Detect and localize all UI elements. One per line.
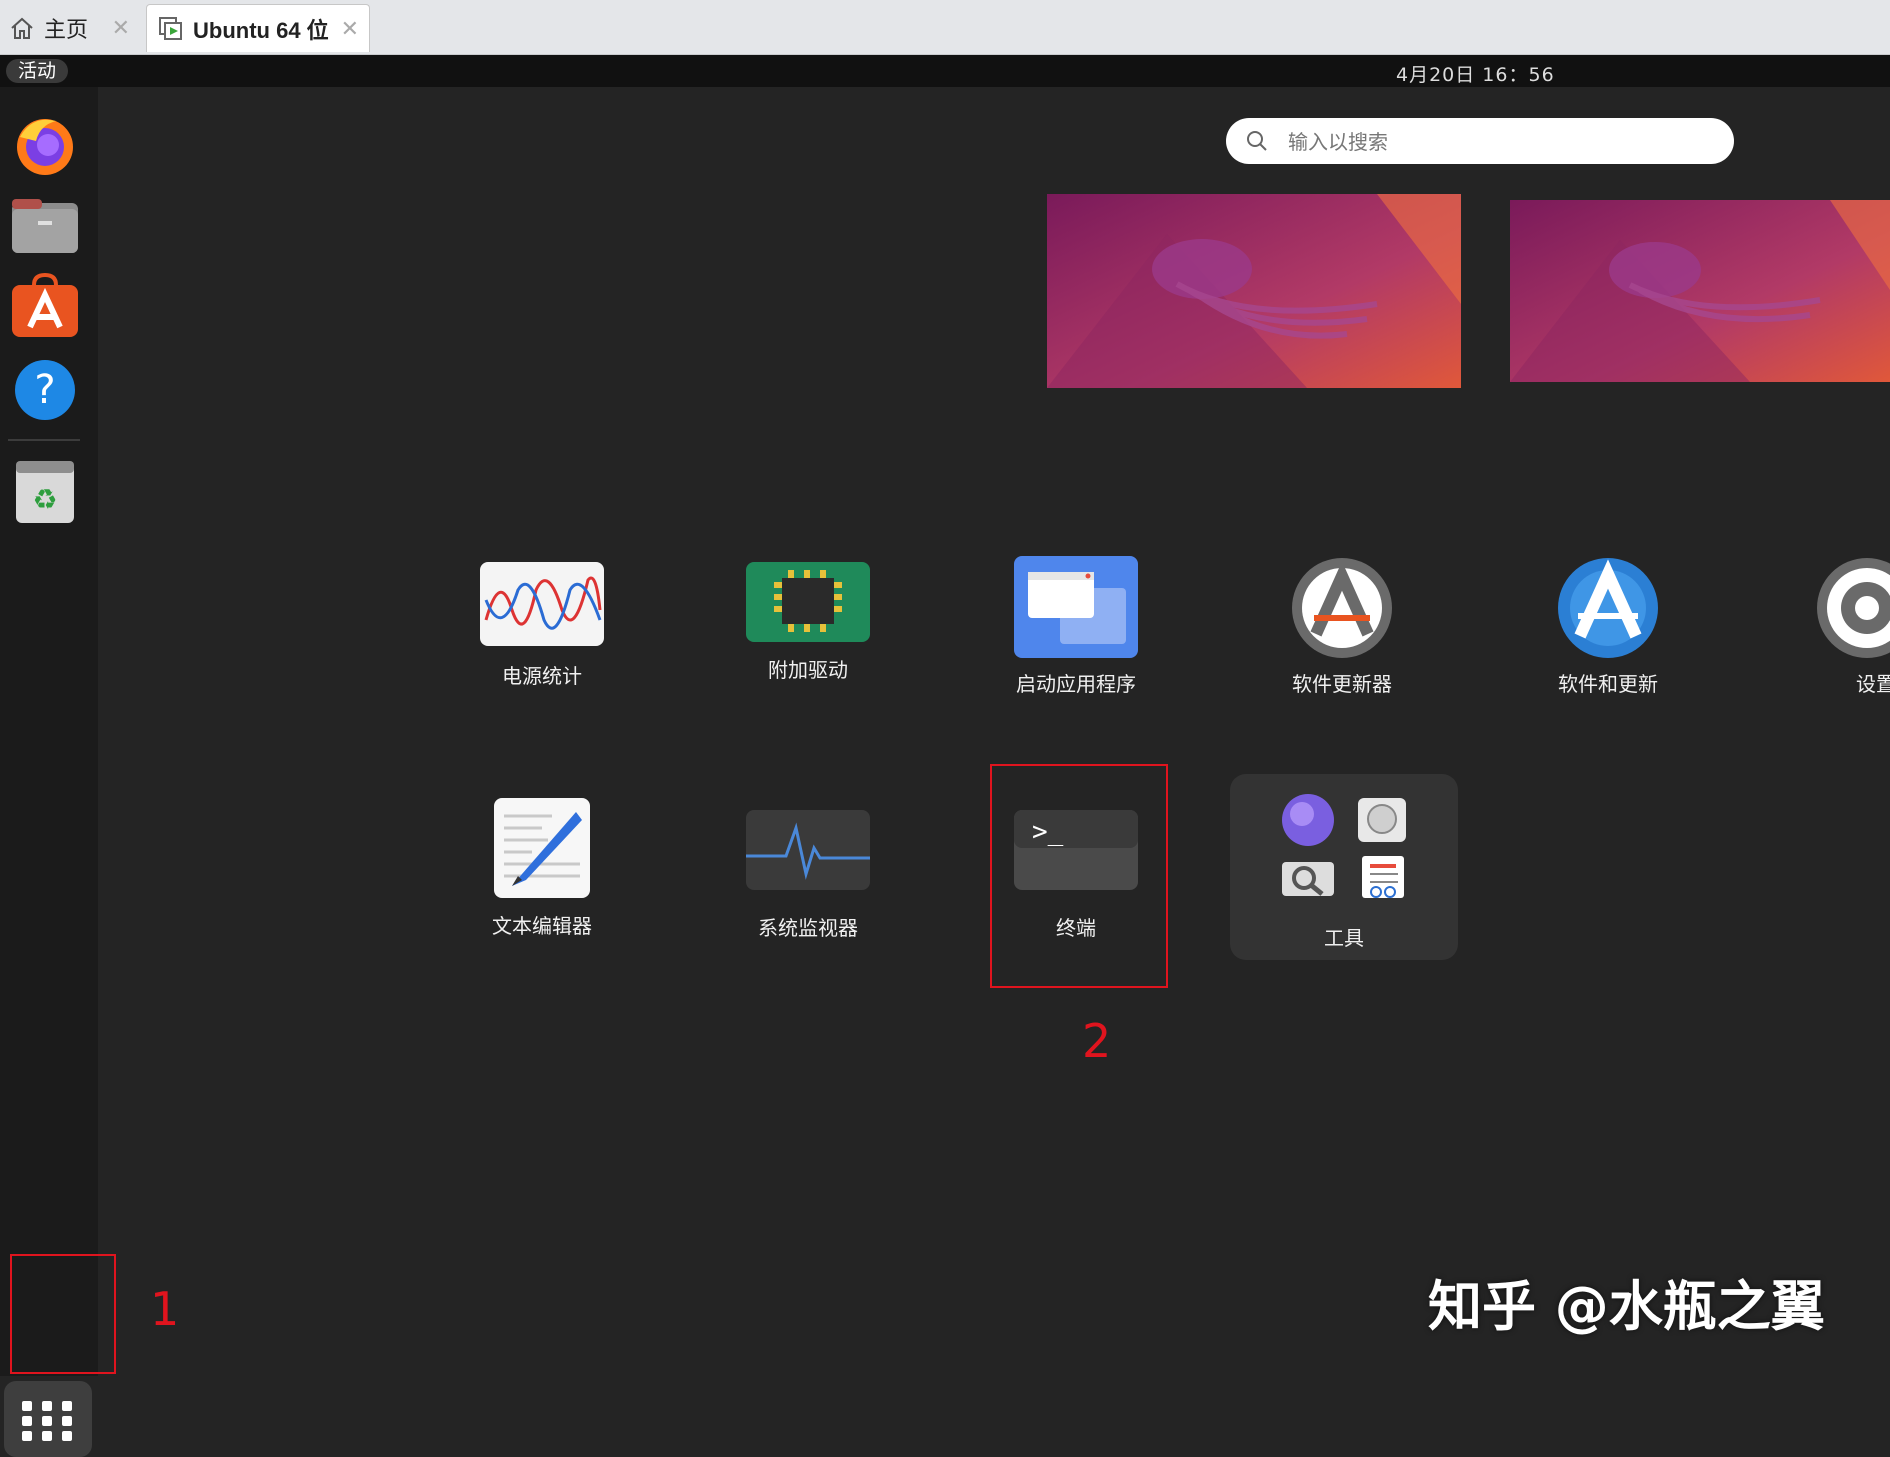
system-monitor-icon — [746, 810, 870, 890]
folder-utilities[interactable]: 工具 — [1230, 774, 1458, 960]
power-statistics-icon — [480, 562, 604, 646]
help-icon[interactable]: ? — [10, 355, 80, 425]
app-additional-drivers[interactable]: 附加驱动 — [688, 560, 928, 683]
startup-applications-icon — [1014, 556, 1138, 658]
settings-icon — [1817, 558, 1890, 658]
software-properties-icon — [1558, 558, 1658, 658]
app-label: 文本编辑器 — [492, 914, 592, 938]
app-label: 启动应用程序 — [1016, 672, 1136, 696]
tab-label: Ubuntu 64 位 — [193, 17, 329, 43]
home-icon — [11, 17, 33, 39]
search-input[interactable] — [1286, 124, 1710, 160]
activities-button[interactable]: 活动 — [6, 59, 69, 83]
watermark: 知乎 @水瓶之翼 — [1428, 1275, 1825, 1338]
annotation-box-1 — [10, 1254, 116, 1374]
app-grid-icon — [22, 1401, 74, 1441]
app-software-updater[interactable]: 软件更新器 — [1222, 554, 1462, 697]
annotation-number-2: 2 — [1082, 1014, 1112, 1068]
clock[interactable]: 4月20日 16：56 — [1396, 60, 1555, 87]
app-label: 工具 — [1324, 926, 1364, 950]
additional-drivers-icon — [746, 562, 870, 642]
workspace-thumbnail-1[interactable] — [1047, 194, 1461, 388]
app-label: 软件更新器 — [1292, 672, 1392, 696]
annotation-number-1: 1 — [150, 1282, 180, 1336]
app-label: 设置 — [1856, 672, 1890, 696]
app-label: 软件和更新 — [1558, 672, 1658, 696]
annotation-box-2 — [990, 764, 1168, 988]
firefox-icon[interactable] — [10, 111, 80, 181]
tab-label: 主页 — [44, 18, 89, 43]
app-label: 附加驱动 — [768, 658, 848, 682]
software-updater-icon — [1292, 558, 1392, 658]
app-settings-clip: 设置 — [1812, 554, 1890, 714]
files-icon[interactable] — [10, 193, 80, 263]
tab-ubuntu[interactable]: Ubuntu 64 位 ✕ — [146, 4, 370, 52]
app-text-editor[interactable]: 文本编辑器 — [422, 796, 662, 939]
vm-tab-bar: 主页 ✕ Ubuntu 64 位 ✕ — [0, 0, 1890, 55]
search-box[interactable] — [1226, 118, 1734, 164]
dock-separator — [8, 439, 80, 441]
dock: ? ♻ — [0, 87, 98, 1457]
app-software-properties[interactable]: 软件和更新 — [1488, 554, 1728, 697]
search-icon — [1247, 131, 1267, 151]
show-apps-button[interactable] — [4, 1381, 92, 1457]
trash-icon[interactable]: ♻ — [10, 457, 80, 527]
app-settings[interactable]: 设置 — [1812, 554, 1890, 697]
text-editor-icon — [494, 798, 590, 898]
utilities-folder-icon — [1282, 794, 1406, 898]
vm-icon — [159, 16, 182, 40]
close-icon[interactable]: ✕ — [112, 16, 130, 41]
app-startup-applications[interactable]: 启动应用程序 — [956, 554, 1196, 697]
close-icon[interactable]: ✕ — [341, 16, 359, 42]
workspace-thumbnail-2[interactable] — [1510, 200, 1890, 382]
tab-home[interactable]: 主页 ✕ — [0, 4, 140, 52]
app-label: 系统监视器 — [758, 916, 858, 940]
app-label: 电源统计 — [502, 664, 582, 688]
top-bar: 活动 4月20日 16：56 — [0, 55, 1890, 87]
app-system-monitor[interactable]: 系统监视器 — [688, 808, 928, 941]
svg-text:♻: ♻ — [32, 483, 57, 516]
app-center-icon[interactable] — [10, 272, 80, 343]
app-power-statistics[interactable]: 电源统计 — [422, 560, 662, 689]
svg-text:?: ? — [34, 367, 55, 413]
